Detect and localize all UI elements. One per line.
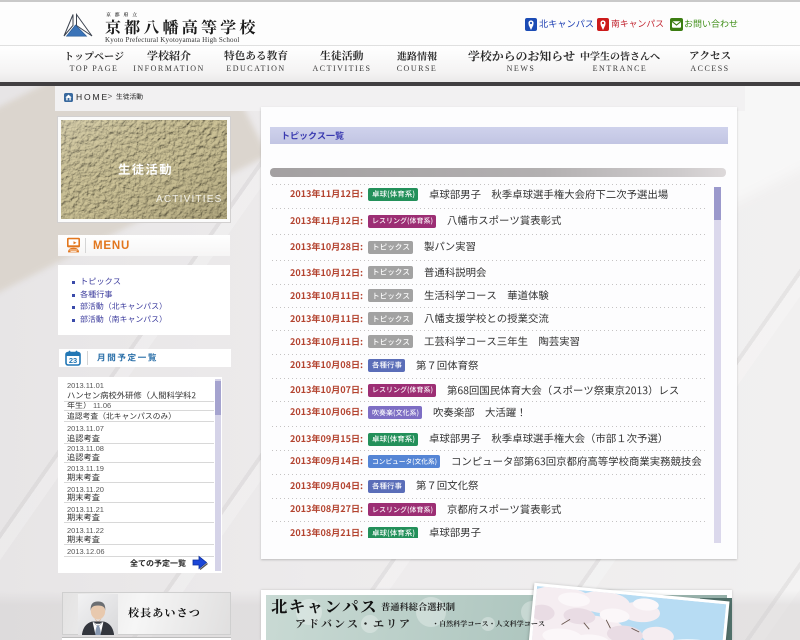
svg-text:23: 23: [69, 356, 77, 365]
